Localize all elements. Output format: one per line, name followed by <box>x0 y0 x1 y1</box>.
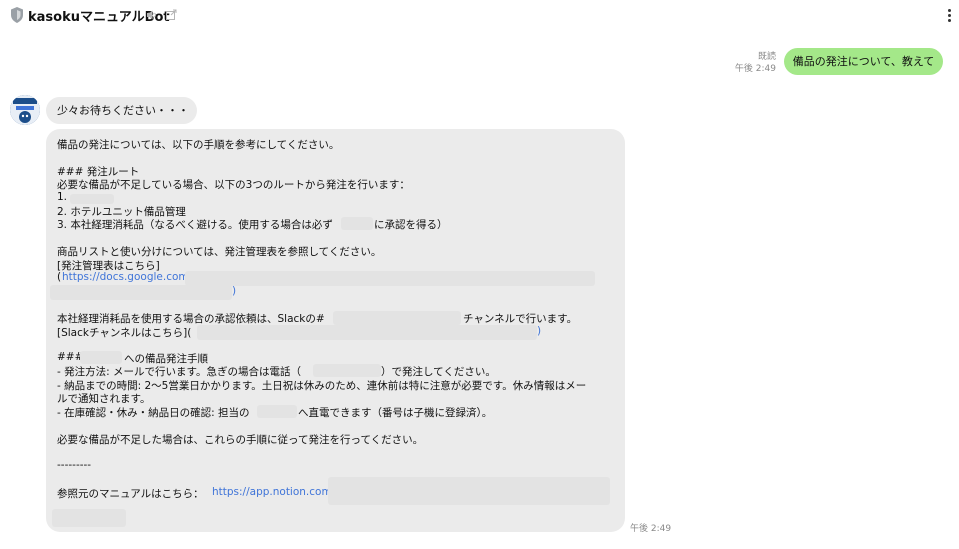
redacted-text <box>70 194 114 204</box>
answer-line: 備品の発注については、以下の手順を参考にしてください。 <box>57 139 340 151</box>
spreadsheet-link[interactable]: https://docs.google.com <box>62 271 189 283</box>
notion-link[interactable]: https://app.notion.com/ <box>212 486 335 498</box>
answer-line: ルで通知されます。 <box>57 393 151 405</box>
incoming-waiting-bubble[interactable]: 少々お待ちください・・・ <box>46 97 197 124</box>
redacted-link <box>197 325 537 340</box>
external-link-icon[interactable] <box>166 9 177 20</box>
outgoing-meta: 既読 午後 2:49 <box>735 51 776 75</box>
link-close-paren: ) <box>537 325 542 337</box>
answer-line: 3. 本社経理消耗品（なるべく避ける。使用する場合は必ず <box>57 219 333 231</box>
redacted-link <box>50 285 232 300</box>
answer-line: ）で発注してください。 <box>381 366 496 378</box>
answer-line: ( <box>57 271 62 283</box>
redacted-text <box>341 217 373 230</box>
answer-line: [Slackチャンネルはこちら]( <box>57 327 192 339</box>
redacted-link <box>52 509 126 527</box>
incoming-time: 午後 2:49 <box>630 524 672 534</box>
answer-line: に承認を得る） <box>374 219 448 231</box>
bot-avatar-image <box>10 95 40 125</box>
answer-line: 必要な備品が不足している場合、以下の3つのルートから発注を行います： <box>57 179 410 191</box>
answer-line: - 発注方法: メールで行います。急ぎの場合は電話（ <box>57 366 301 378</box>
read-receipt: 既読 <box>757 52 776 62</box>
more-vertical-icon[interactable] <box>946 8 952 24</box>
redacted-link <box>185 271 595 286</box>
answer-line: 本社経理消耗品を使用する場合の承認依頼は、Slackの# <box>57 313 325 325</box>
answer-line: 商品リストと使い分けについては、発注管理表を参照してください。 <box>57 246 382 258</box>
shield-icon <box>11 7 23 23</box>
answer-line: チャンネルで行います。 <box>463 313 578 325</box>
redacted-text <box>333 311 461 325</box>
answer-line: 必要な備品が不足した場合は、これらの手順に従って発注を行ってください。 <box>57 434 424 446</box>
answer-line: 1. <box>57 191 68 203</box>
answer-line: - 在庫確認・休み・納品日の確認: 担当の <box>57 407 250 419</box>
redacted-text <box>257 405 297 418</box>
redacted-text <box>80 351 122 364</box>
redacted-text <box>313 364 381 377</box>
speaker-mute-icon <box>147 10 156 20</box>
redacted-link <box>328 477 610 505</box>
answer-line: へ直電できます（番号は子機に登録済）。 <box>298 407 493 419</box>
outgoing-time: 午後 2:49 <box>734 64 776 74</box>
divider-text: --------- <box>57 459 92 471</box>
chat-header: kasokuマニュアルBot <box>0 0 959 30</box>
link-close-paren: ) <box>232 285 237 297</box>
answer-line: 参照元のマニュアルはこちら： <box>57 488 204 500</box>
bot-avatar[interactable] <box>10 95 40 125</box>
outgoing-message-bubble[interactable]: 備品の発注について、教えて <box>784 48 943 75</box>
